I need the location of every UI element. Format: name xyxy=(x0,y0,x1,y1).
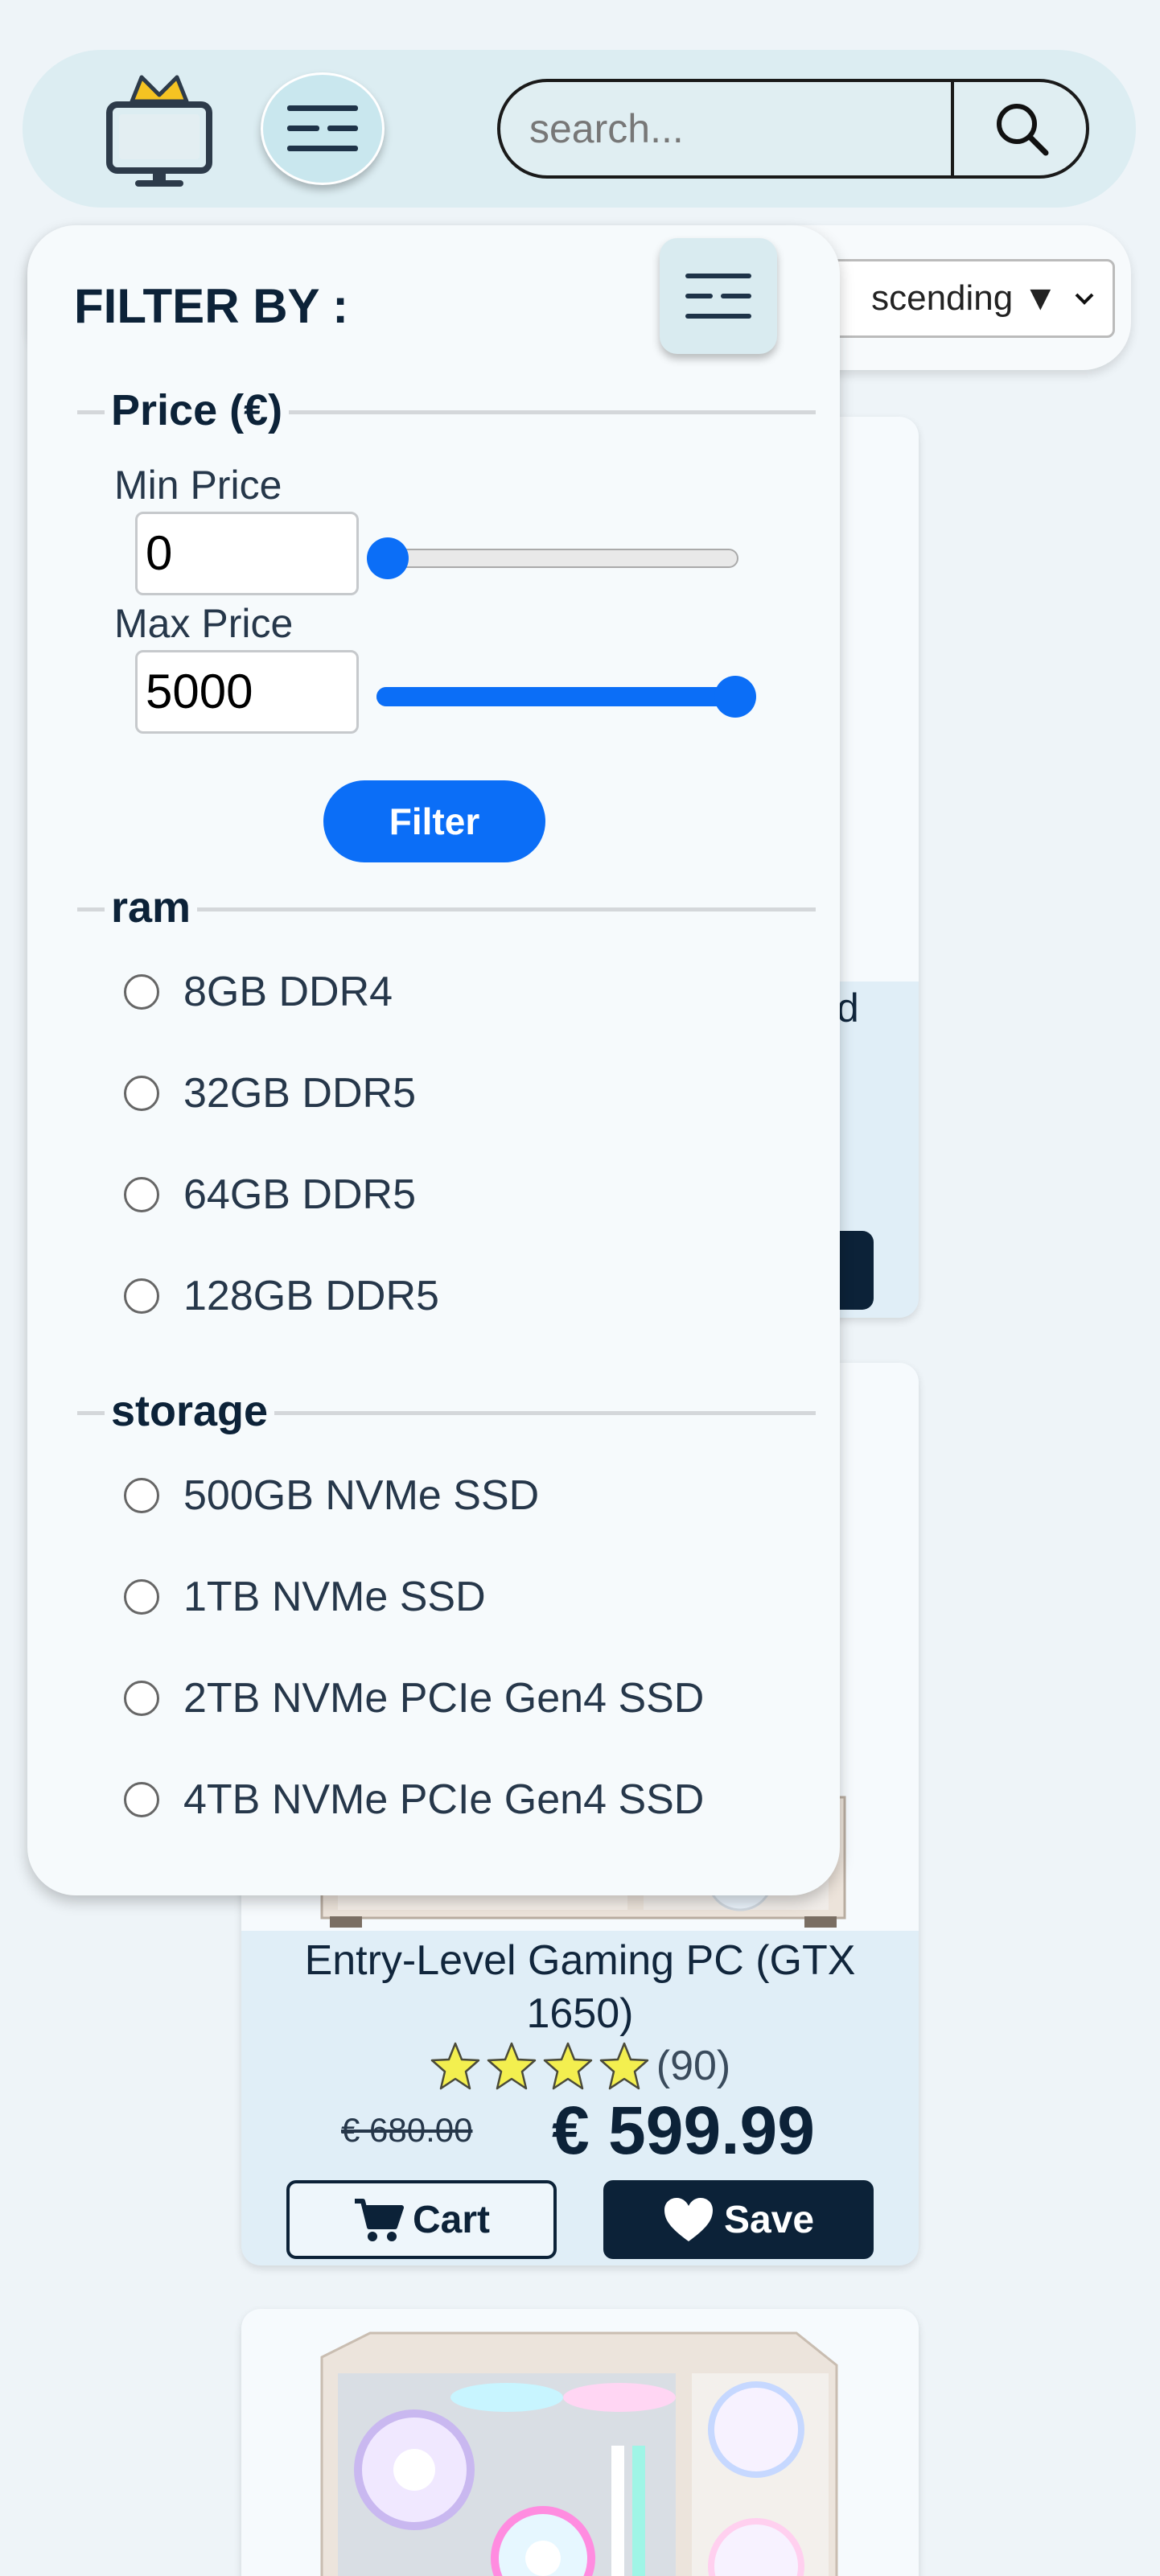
storage-option[interactable]: 1TB NVMe SSD xyxy=(124,1569,486,1625)
save-button[interactable]: Save xyxy=(603,2180,874,2259)
slider-thumb[interactable] xyxy=(714,676,756,718)
radio-label[interactable]: 32GB DDR5 xyxy=(183,1069,416,1117)
menu-lines-icon xyxy=(685,274,751,319)
ram-option[interactable]: 32GB DDR5 xyxy=(124,1065,416,1121)
storage-option[interactable]: 4TB NVMe PCIe Gen4 SSD xyxy=(124,1772,704,1828)
radio-label[interactable]: 64GB DDR5 xyxy=(183,1171,416,1219)
radio-label[interactable]: 500GB NVMe SSD xyxy=(183,1471,539,1520)
slider-track xyxy=(376,549,738,568)
search-button[interactable] xyxy=(954,82,1086,175)
filter-panel: FILTER BY : Price (€) Min Price 0 Max Pr… xyxy=(27,225,840,1895)
product-title[interactable]: Entry-Level Gaming PC (GTX 1650) xyxy=(274,1934,886,2040)
ram-option[interactable]: 8GB DDR4 xyxy=(124,964,393,1020)
max-price-label: Max Price xyxy=(114,601,294,646)
radio-label[interactable]: 4TB NVMe PCIe Gen4 SSD xyxy=(183,1776,704,1824)
min-price-input[interactable]: 0 xyxy=(135,512,359,595)
storage-fieldset: storage xyxy=(77,1387,816,1435)
add-to-cart-button[interactable]: Cart xyxy=(286,2180,557,2259)
slider-fill xyxy=(376,687,738,706)
chevron-down-icon xyxy=(1075,293,1094,305)
radio-button[interactable] xyxy=(124,1478,159,1513)
filter-button[interactable]: Filter xyxy=(323,780,545,862)
heart-icon xyxy=(664,2198,713,2241)
cart-button-label: Cart xyxy=(412,2198,491,2241)
radio-button[interactable] xyxy=(124,1278,159,1314)
search-input[interactable] xyxy=(500,82,951,175)
min-price-slider[interactable] xyxy=(367,531,758,579)
product-image[interactable] xyxy=(241,2309,919,2576)
monitor-crown-icon[interactable] xyxy=(95,61,224,190)
sort-select-value: scending ▼ xyxy=(871,278,1058,318)
menu-button[interactable] xyxy=(261,72,385,185)
filter-toggle-button[interactable] xyxy=(660,238,777,354)
radio-label[interactable]: 2TB NVMe PCIe Gen4 SSD xyxy=(183,1674,704,1722)
radio-label[interactable]: 128GB DDR5 xyxy=(183,1272,439,1320)
ram-fieldset: ram xyxy=(77,883,816,932)
star-icon xyxy=(599,2042,648,2090)
storage-legend: storage xyxy=(105,1387,275,1435)
radio-button[interactable] xyxy=(124,1681,159,1716)
filter-title: FILTER BY : xyxy=(74,279,349,333)
storage-option[interactable]: 500GB NVMe SSD xyxy=(124,1467,539,1524)
ram-option[interactable]: 128GB DDR5 xyxy=(124,1268,439,1324)
ram-option[interactable]: 64GB DDR5 xyxy=(124,1167,416,1223)
max-price-slider[interactable] xyxy=(367,669,758,718)
product-card[interactable] xyxy=(241,2309,919,2576)
product-title-fragment[interactable]: d xyxy=(837,985,859,1031)
header xyxy=(23,50,1136,208)
product-price: € 599.99 xyxy=(552,2092,815,2168)
star-icon xyxy=(430,2042,479,2090)
radio-label[interactable]: 1TB NVMe SSD xyxy=(183,1573,486,1621)
radio-button[interactable] xyxy=(124,1782,159,1817)
ram-legend: ram xyxy=(105,883,198,932)
old-price: € 680.00 xyxy=(341,2111,473,2149)
slider-thumb[interactable] xyxy=(367,537,409,579)
radio-button[interactable] xyxy=(124,1076,159,1111)
star-icon xyxy=(487,2042,536,2090)
radio-button[interactable] xyxy=(124,1579,159,1615)
radio-button[interactable] xyxy=(124,974,159,1010)
product-rating: (90) xyxy=(241,2040,919,2092)
radio-label[interactable]: 8GB DDR4 xyxy=(183,968,393,1016)
price-fieldset: Price (€) xyxy=(77,386,816,434)
radio-button[interactable] xyxy=(124,1177,159,1212)
storage-option[interactable]: 2TB NVMe PCIe Gen4 SSD xyxy=(124,1670,704,1726)
search-box xyxy=(497,79,1089,179)
menu-lines-icon xyxy=(287,105,358,151)
rating-count: (90) xyxy=(656,2043,731,2089)
save-button-label: Save xyxy=(723,2198,815,2241)
max-price-input[interactable]: 5000 xyxy=(135,650,359,734)
search-icon xyxy=(997,104,1049,156)
price-legend: Price (€) xyxy=(105,386,290,434)
min-price-label: Min Price xyxy=(114,463,282,508)
cart-icon xyxy=(354,2199,404,2241)
star-icon xyxy=(543,2042,592,2090)
